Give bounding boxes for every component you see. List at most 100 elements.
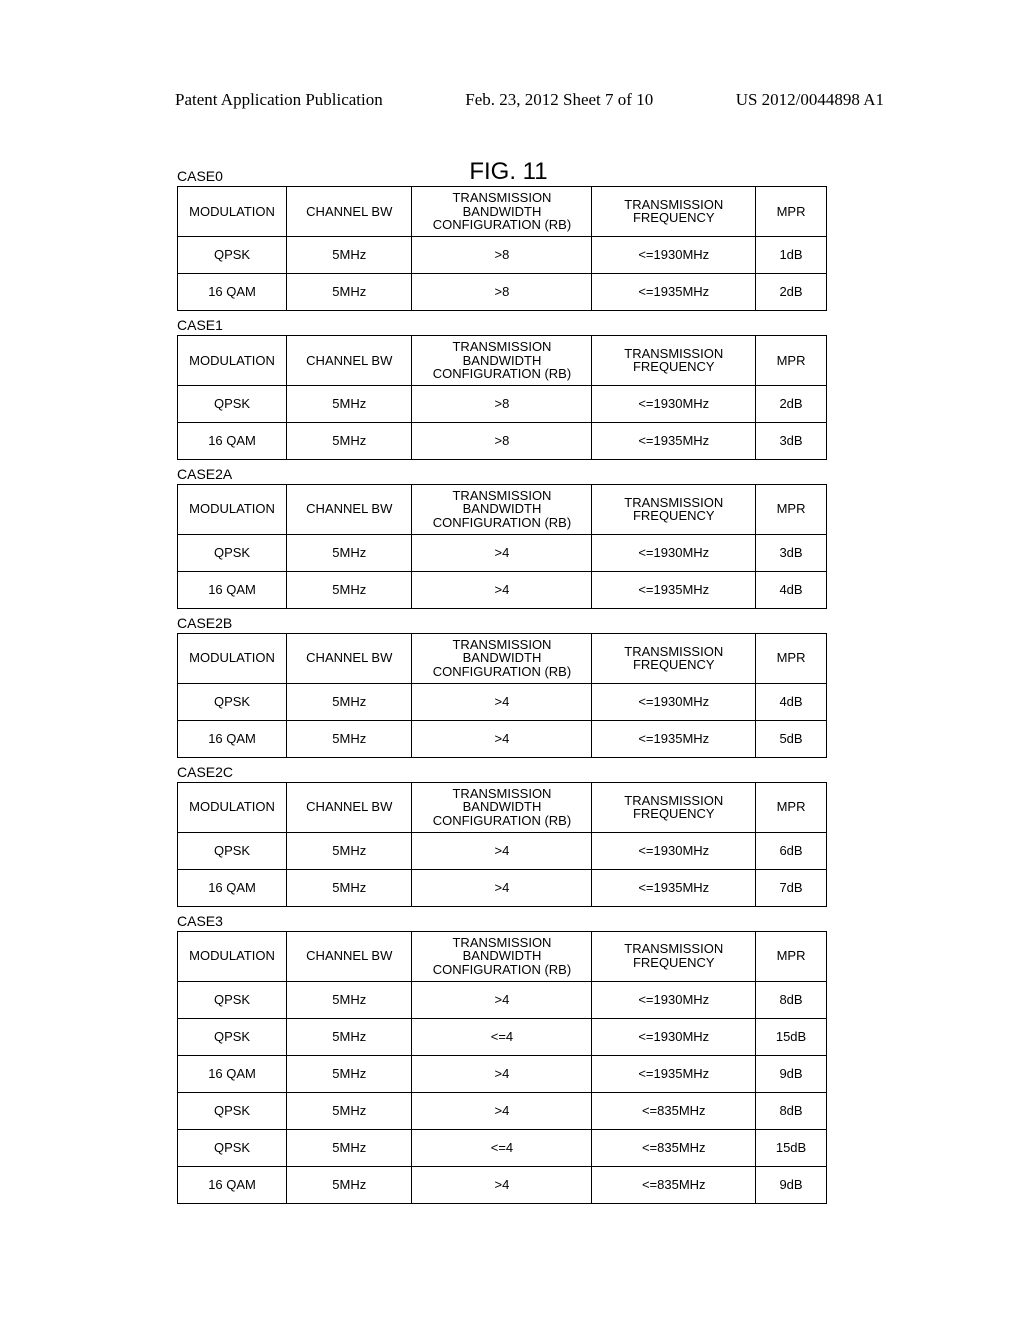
tx-freq-header: TRANSMISSION FREQUENCY (592, 782, 756, 832)
tx-freq-cell: <=1930MHz (592, 981, 756, 1018)
table-row: QPSK5MHz>4<=835MHz8dB (178, 1092, 827, 1129)
tx-bw-config-cell: >4 (412, 981, 592, 1018)
modulation-cell: QPSK (178, 832, 287, 869)
tx-freq-cell: <=1930MHz (592, 534, 756, 571)
tx-bw-config-cell: >4 (412, 683, 592, 720)
tx-freq-cell: <=1930MHz (592, 832, 756, 869)
mpr-cell: 3dB (756, 534, 827, 571)
channel-bw-cell: 5MHz (287, 720, 412, 757)
modulation-cell: QPSK (178, 385, 287, 422)
mpr-header: MPR (756, 931, 827, 981)
tx-bw-config-header: TRANSMISSION BANDWIDTH CONFIGURATION (RB… (412, 633, 592, 683)
table-row: QPSK5MHz<=4<=1930MHz15dB (178, 1018, 827, 1055)
modulation-cell: QPSK (178, 1018, 287, 1055)
tx-freq-header: TRANSMISSION FREQUENCY (592, 187, 756, 237)
tx-freq-cell: <=1930MHz (592, 683, 756, 720)
modulation-cell: 16 QAM (178, 869, 287, 906)
mpr-cell: 8dB (756, 1092, 827, 1129)
mpr-cell: 6dB (756, 832, 827, 869)
mpr-header: MPR (756, 335, 827, 385)
table-row: QPSK5MHz>8<=1930MHz1dB (178, 236, 827, 273)
case-label: CASE2B (177, 615, 884, 631)
modulation-cell: QPSK (178, 534, 287, 571)
table-row: QPSK5MHz>4<=1930MHz3dB (178, 534, 827, 571)
tx-bw-config-cell: >4 (412, 832, 592, 869)
tx-bw-config-cell: >8 (412, 385, 592, 422)
case-label: CASE3 (177, 913, 884, 929)
tx-bw-config-header: TRANSMISSION BANDWIDTH CONFIGURATION (RB… (412, 782, 592, 832)
mpr-cell: 4dB (756, 683, 827, 720)
mpr-cell: 9dB (756, 1166, 827, 1203)
mpr-cell: 15dB (756, 1018, 827, 1055)
mpr-cell: 8dB (756, 981, 827, 1018)
mpr-table: MODULATIONCHANNEL BWTRANSMISSION BANDWID… (177, 335, 827, 460)
channel-bw-cell: 5MHz (287, 534, 412, 571)
modulation-header: MODULATION (178, 187, 287, 237)
tx-freq-cell: <=1935MHz (592, 720, 756, 757)
mpr-cell: 15dB (756, 1129, 827, 1166)
tx-bw-config-cell: >8 (412, 236, 592, 273)
tx-freq-header: TRANSMISSION FREQUENCY (592, 335, 756, 385)
channel-bw-header: CHANNEL BW (287, 335, 412, 385)
tx-freq-cell: <=1930MHz (592, 385, 756, 422)
mpr-cell: 4dB (756, 571, 827, 608)
channel-bw-cell: 5MHz (287, 571, 412, 608)
table-row: QPSK5MHz>4<=1930MHz8dB (178, 981, 827, 1018)
tx-bw-config-header: TRANSMISSION BANDWIDTH CONFIGURATION (RB… (412, 484, 592, 534)
tx-bw-config-cell: >4 (412, 1166, 592, 1203)
mpr-header: MPR (756, 633, 827, 683)
mpr-cell: 5dB (756, 720, 827, 757)
channel-bw-cell: 5MHz (287, 1129, 412, 1166)
tx-bw-config-cell: >8 (412, 273, 592, 310)
table-row: QPSK5MHz>4<=1930MHz4dB (178, 683, 827, 720)
mpr-cell: 2dB (756, 273, 827, 310)
channel-bw-cell: 5MHz (287, 273, 412, 310)
table-row: 16 QAM5MHz>4<=1935MHz4dB (178, 571, 827, 608)
mpr-cell: 7dB (756, 869, 827, 906)
modulation-cell: 16 QAM (178, 273, 287, 310)
page-header: Patent Application Publication Feb. 23, … (175, 90, 884, 110)
tx-bw-config-cell: >4 (412, 1092, 592, 1129)
table-row: QPSK5MHz>8<=1930MHz2dB (178, 385, 827, 422)
tx-freq-cell: <=835MHz (592, 1129, 756, 1166)
tx-bw-config-cell: >4 (412, 720, 592, 757)
channel-bw-header: CHANNEL BW (287, 187, 412, 237)
tx-freq-cell: <=1935MHz (592, 273, 756, 310)
channel-bw-cell: 5MHz (287, 385, 412, 422)
tx-bw-config-cell: >4 (412, 869, 592, 906)
tx-freq-cell: <=835MHz (592, 1092, 756, 1129)
header-center: Feb. 23, 2012 Sheet 7 of 10 (465, 90, 653, 110)
modulation-header: MODULATION (178, 484, 287, 534)
mpr-table: MODULATIONCHANNEL BWTRANSMISSION BANDWID… (177, 186, 827, 311)
tx-freq-cell: <=1935MHz (592, 869, 756, 906)
table-row: QPSK5MHz<=4<=835MHz15dB (178, 1129, 827, 1166)
channel-bw-cell: 5MHz (287, 1166, 412, 1203)
tx-bw-config-header: TRANSMISSION BANDWIDTH CONFIGURATION (RB… (412, 187, 592, 237)
mpr-cell: 9dB (756, 1055, 827, 1092)
modulation-cell: QPSK (178, 236, 287, 273)
table-row: 16 QAM5MHz>8<=1935MHz2dB (178, 273, 827, 310)
case-label: CASE0 (177, 168, 223, 184)
figure-title: FIG. 11 (223, 158, 794, 186)
modulation-cell: 16 QAM (178, 1166, 287, 1203)
modulation-header: MODULATION (178, 633, 287, 683)
channel-bw-cell: 5MHz (287, 981, 412, 1018)
modulation-cell: QPSK (178, 1129, 287, 1166)
modulation-cell: QPSK (178, 1092, 287, 1129)
modulation-header: MODULATION (178, 931, 287, 981)
table-row: 16 QAM5MHz>4<=1935MHz7dB (178, 869, 827, 906)
tx-bw-config-header: TRANSMISSION BANDWIDTH CONFIGURATION (RB… (412, 335, 592, 385)
modulation-cell: QPSK (178, 683, 287, 720)
tx-freq-cell: <=1930MHz (592, 236, 756, 273)
mpr-cell: 2dB (756, 385, 827, 422)
channel-bw-cell: 5MHz (287, 236, 412, 273)
channel-bw-header: CHANNEL BW (287, 633, 412, 683)
tx-freq-cell: <=1930MHz (592, 1018, 756, 1055)
tx-bw-config-cell: >4 (412, 534, 592, 571)
mpr-table: MODULATIONCHANNEL BWTRANSMISSION BANDWID… (177, 484, 827, 609)
tx-bw-config-cell: >8 (412, 422, 592, 459)
table-row: 16 QAM5MHz>4<=835MHz9dB (178, 1166, 827, 1203)
channel-bw-cell: 5MHz (287, 1055, 412, 1092)
modulation-cell: 16 QAM (178, 571, 287, 608)
tx-freq-header: TRANSMISSION FREQUENCY (592, 484, 756, 534)
